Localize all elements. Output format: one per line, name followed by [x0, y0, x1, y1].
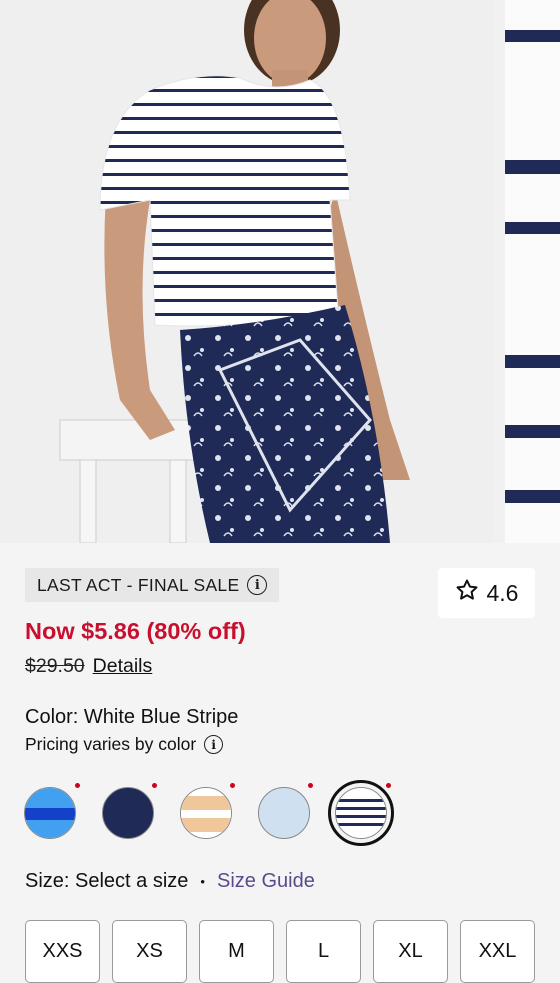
swatch-tan-stripe[interactable] — [180, 787, 232, 839]
size-label: Size: Select a size — [25, 870, 189, 892]
swatch-bright-blue-stripe[interactable] — [24, 787, 76, 839]
final-sale-badge[interactable]: LAST ACT - FINAL SALE i — [25, 568, 280, 602]
rating-value: 4.6 — [486, 579, 519, 606]
swatch-sale-dot — [152, 783, 157, 788]
pricing-note: Pricing varies by color i — [25, 734, 224, 755]
size-separator: • — [200, 874, 205, 889]
size-button-l[interactable]: L — [286, 920, 361, 983]
info-icon[interactable]: i — [247, 575, 268, 595]
color-label: Color: White Blue Stripe — [25, 706, 239, 728]
details-link[interactable]: Details — [93, 655, 153, 678]
pricing-note-text: Pricing varies by color — [25, 734, 197, 754]
product-photo-main[interactable] — [0, 0, 493, 543]
pricing-info-icon[interactable]: i — [204, 735, 224, 754]
original-price: $29.50 — [25, 655, 85, 677]
size-guide-link[interactable]: Size Guide — [217, 870, 315, 893]
sale-price: Now $5.86 (80% off) — [25, 618, 246, 644]
swatch-navy[interactable] — [102, 787, 154, 839]
size-row: Size: Select a size • Size Guide — [25, 870, 315, 893]
swatch-sale-dot — [308, 783, 313, 788]
swatch-sale-dot — [75, 783, 80, 788]
size-button-xl[interactable]: XL — [373, 920, 448, 983]
final-sale-label: LAST ACT - FINAL SALE — [37, 574, 240, 595]
size-button-xxs[interactable]: XXS — [25, 920, 100, 983]
product-page: LAST ACT - FINAL SALE i 4.6 Now $5.86 (8… — [0, 0, 560, 983]
rating-button[interactable]: 4.6 — [438, 568, 535, 618]
swatch-sale-dot — [230, 783, 235, 788]
size-button-m[interactable]: M — [199, 920, 274, 983]
swatch-white-blue-stripe[interactable] — [335, 787, 387, 839]
size-button-xxl[interactable]: XXL — [460, 920, 535, 983]
original-price-row: $29.50 Details — [25, 655, 152, 678]
star-icon — [455, 578, 479, 608]
size-button-xs[interactable]: XS — [112, 920, 187, 983]
swatch-sale-dot — [386, 783, 391, 788]
swatch-light-blue[interactable] — [258, 787, 310, 839]
product-photo-next[interactable] — [505, 0, 560, 543]
product-image-gallery[interactable] — [0, 0, 560, 543]
